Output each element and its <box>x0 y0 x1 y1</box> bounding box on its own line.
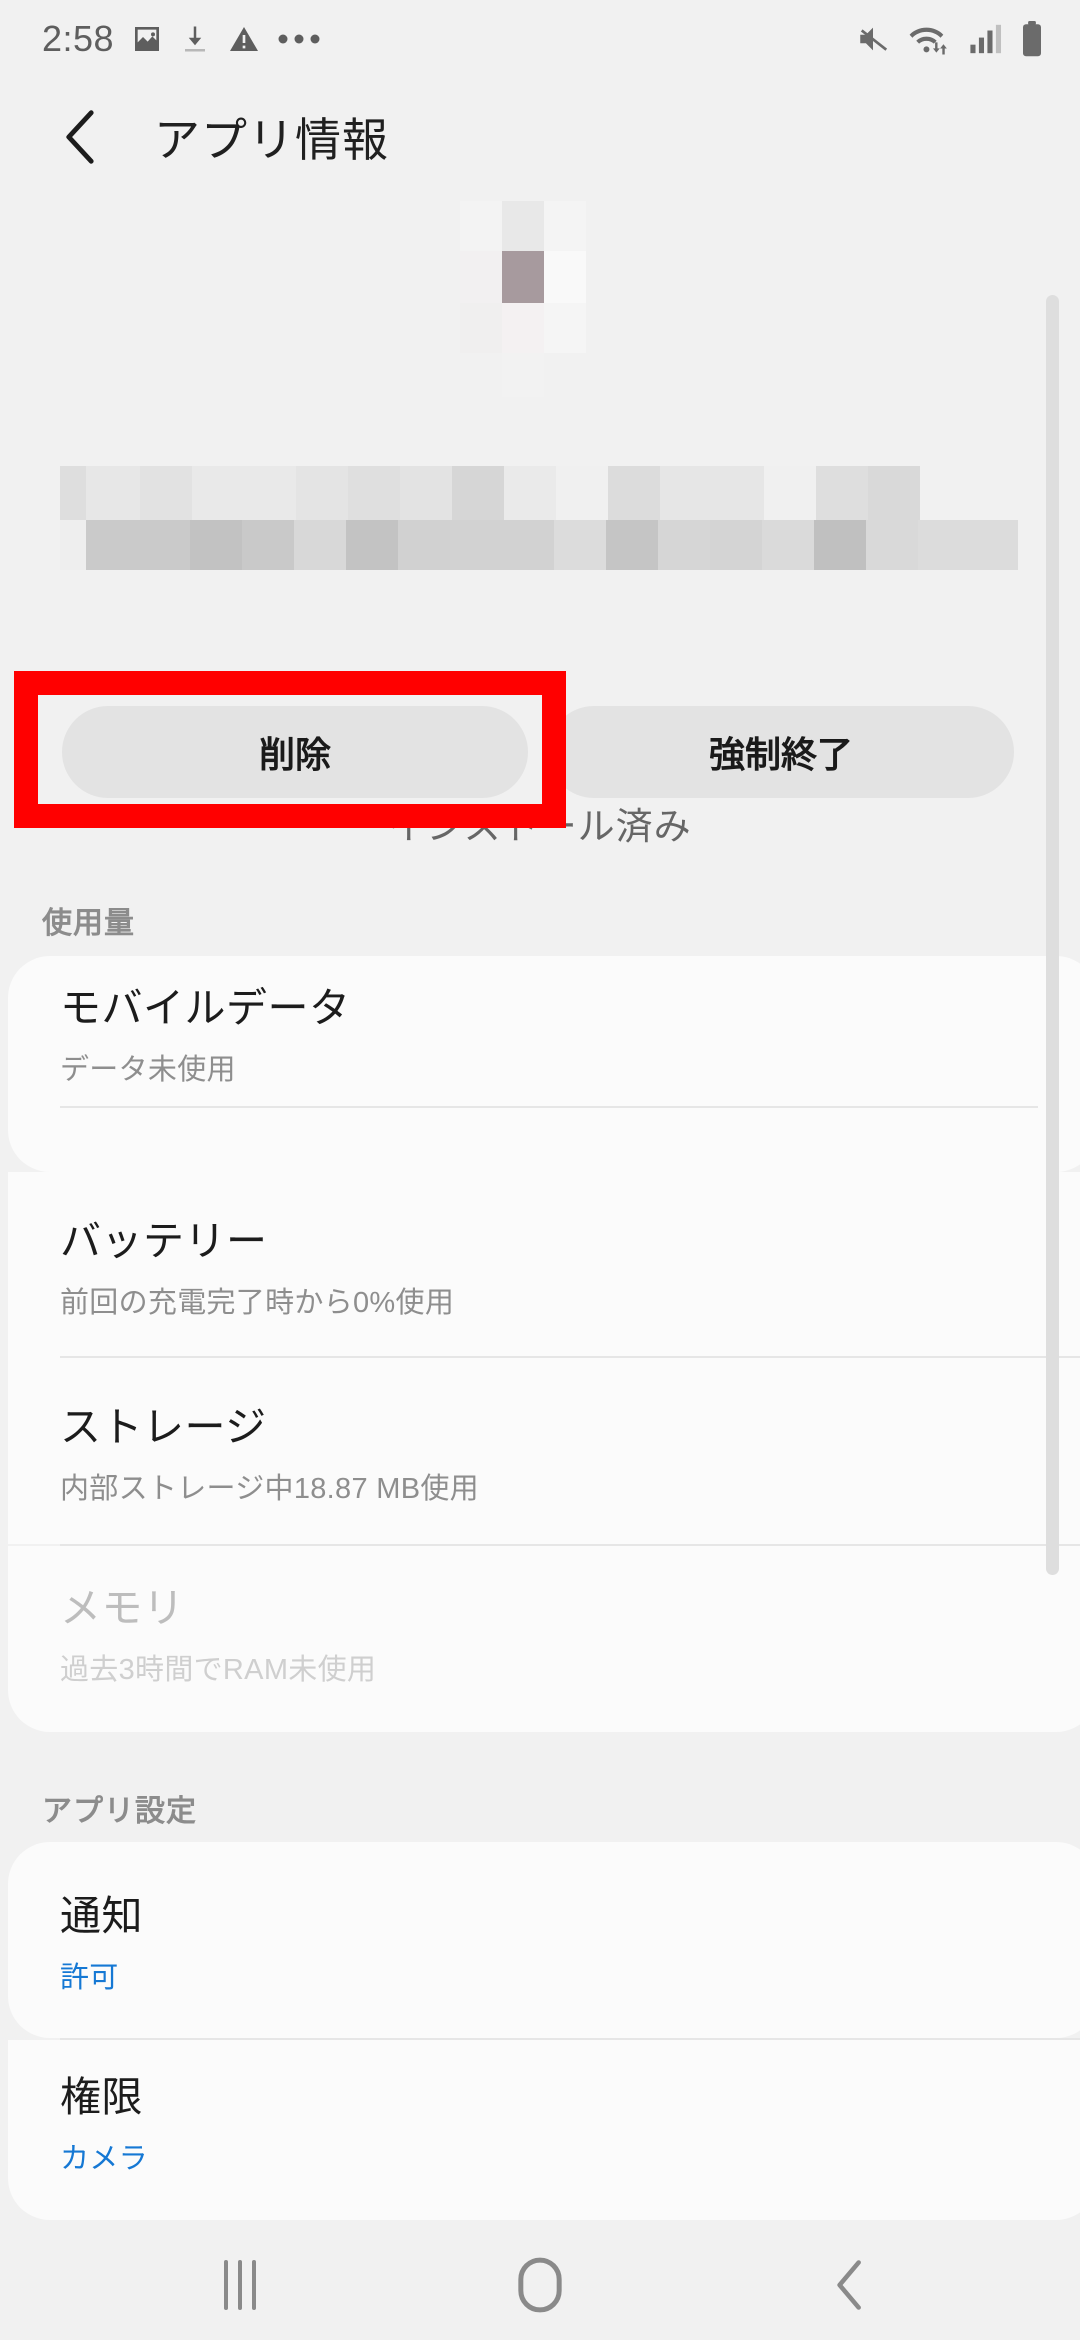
row-battery[interactable]: バッテリー 前回の充電完了時から0%使用 <box>8 1172 1080 1356</box>
row-subtitle: 前回の充電完了時から0%使用 <box>60 1287 455 1319</box>
nav-back-button[interactable] <box>790 2230 910 2340</box>
row-subtitle: カメラ <box>60 2143 148 2175</box>
app-settings-card: 通知 許可 <box>8 1842 1080 2038</box>
home-icon <box>518 2257 562 2313</box>
page-title: アプリ情報 <box>154 114 389 166</box>
section-label-usage: 使用量 <box>42 907 135 940</box>
wifi-data-icon <box>909 27 947 55</box>
phone-screen: 2:58 アプリ情報 インストール済み 削除 強制終了 使用量 モバイルデータ … <box>0 0 1080 2340</box>
row-subtitle: 過去3時間でRAM未使用 <box>60 1654 377 1686</box>
download-icon <box>185 26 206 52</box>
usage-card-3: ストレージ 内部ストレージ中18.87 MB使用 <box>8 1358 1080 1544</box>
image-icon <box>135 27 160 51</box>
row-title: 通知 <box>60 1893 143 1939</box>
row-divider <box>60 1106 1038 1108</box>
row-title: バッテリー <box>60 1218 268 1264</box>
signal-bars-icon <box>970 24 1002 54</box>
force-stop-button[interactable]: 強制終了 <box>548 706 1014 798</box>
back-button[interactable] <box>50 107 110 167</box>
row-memory: メモリ 過去3時間でRAM未使用 <box>8 1546 1080 1716</box>
back-chevron-icon <box>66 110 94 164</box>
row-permissions[interactable]: 権限 カメラ <box>8 2040 1080 2200</box>
recents-icon <box>219 2260 261 2310</box>
row-subtitle: 許可 <box>60 1962 119 1994</box>
status-bar: 2:58 <box>0 0 1080 78</box>
app-bar: アプリ情報 <box>0 78 1080 196</box>
usage-card-4: メモリ 過去3時間でRAM未使用 <box>8 1546 1080 1732</box>
row-title: 権限 <box>60 2074 143 2120</box>
recents-button[interactable] <box>180 2230 300 2340</box>
row-title: ストレージ <box>60 1404 267 1450</box>
row-storage[interactable]: ストレージ 内部ストレージ中18.87 MB使用 <box>8 1358 1080 1542</box>
highlight-box-uninstall <box>14 671 566 828</box>
home-button[interactable] <box>480 2230 600 2340</box>
mute-icon <box>860 27 888 51</box>
app-settings-card-2: 権限 カメラ <box>8 2040 1080 2220</box>
status-bar-left: 2:58 <box>42 0 320 78</box>
status-bar-clock: 2:58 <box>42 18 115 59</box>
app-header-block: インストール済み <box>0 196 1080 847</box>
row-notifications[interactable]: 通知 許可 <box>8 1842 1080 2036</box>
usage-card: モバイルデータ データ未使用 <box>8 956 1080 1172</box>
censored-app-name <box>60 466 1020 576</box>
vertical-scrollbar[interactable] <box>1046 295 1059 1575</box>
row-title: モバイルデータ <box>60 985 351 1031</box>
usage-card-2: バッテリー 前回の充電完了時から0%使用 <box>8 1172 1080 1358</box>
system-navigation-bar <box>0 2230 1080 2340</box>
censored-app-icon <box>460 201 620 421</box>
row-mobile-data[interactable]: モバイルデータ データ未使用 <box>8 956 1080 1106</box>
row-subtitle: 内部ストレージ中18.87 MB使用 <box>60 1473 479 1505</box>
section-label-app-settings: アプリ設定 <box>42 1795 197 1828</box>
battery-icon <box>1023 21 1041 57</box>
more-overflow-icon <box>278 34 320 44</box>
row-subtitle: データ未使用 <box>60 1054 236 1086</box>
status-bar-right <box>854 0 1044 78</box>
nav-back-icon <box>837 2260 861 2310</box>
row-title: メモリ <box>60 1585 185 1631</box>
warning-icon <box>230 27 259 51</box>
